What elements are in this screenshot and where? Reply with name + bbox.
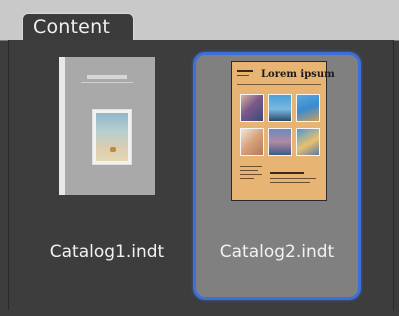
file-name-label: Catalog2.indt (219, 242, 335, 262)
figure-shape (110, 147, 116, 152)
thumbnail-image (296, 94, 320, 122)
thumbnail-text-line (270, 182, 310, 183)
thumbnail-text-line (240, 178, 254, 179)
tab-bar: Content (0, 0, 399, 41)
thumbnail-text-line (270, 178, 316, 179)
file-item-catalog1[interactable]: Catalog1.indt (23, 52, 191, 300)
thumbnail-image (240, 128, 264, 156)
thumbnail-caption-heading (270, 172, 304, 174)
tab-content[interactable]: Content (22, 13, 134, 41)
tab-content-label: Content (33, 16, 110, 38)
thumbnail-logo-mark (237, 70, 253, 72)
catalog1-thumbnail (59, 57, 155, 195)
thumbnail-image (296, 128, 320, 156)
thumbnail-heading: Lorem ipsum (261, 69, 335, 80)
thumbnail-photo (92, 109, 132, 165)
thumbnail-title-bar (87, 75, 127, 79)
thumbnail-text-line (240, 166, 262, 167)
thumbnail-rule (237, 84, 321, 85)
thumbnail-logo-submark (237, 75, 249, 76)
thumbnail-image (240, 94, 264, 122)
file-item-catalog2[interactable]: Lorem ipsum Catalog2.indt (193, 52, 361, 300)
file-name-label: Catalog1.indt (49, 242, 165, 262)
thumbnail-text-line (240, 174, 262, 175)
thumbnail-title-line (81, 82, 133, 83)
catalog2-thumbnail: Lorem ipsum (231, 61, 335, 201)
thumbnail-image (268, 128, 292, 156)
content-panel: Content Catalog1.indt Lorem ipsum Catalo… (0, 0, 399, 316)
thumbnail-area: Catalog1.indt Lorem ipsum Catalog2.indt (8, 40, 394, 310)
thumbnail-image (268, 94, 292, 122)
thumbnail-text-line (240, 170, 258, 171)
beach-image (96, 113, 128, 161)
